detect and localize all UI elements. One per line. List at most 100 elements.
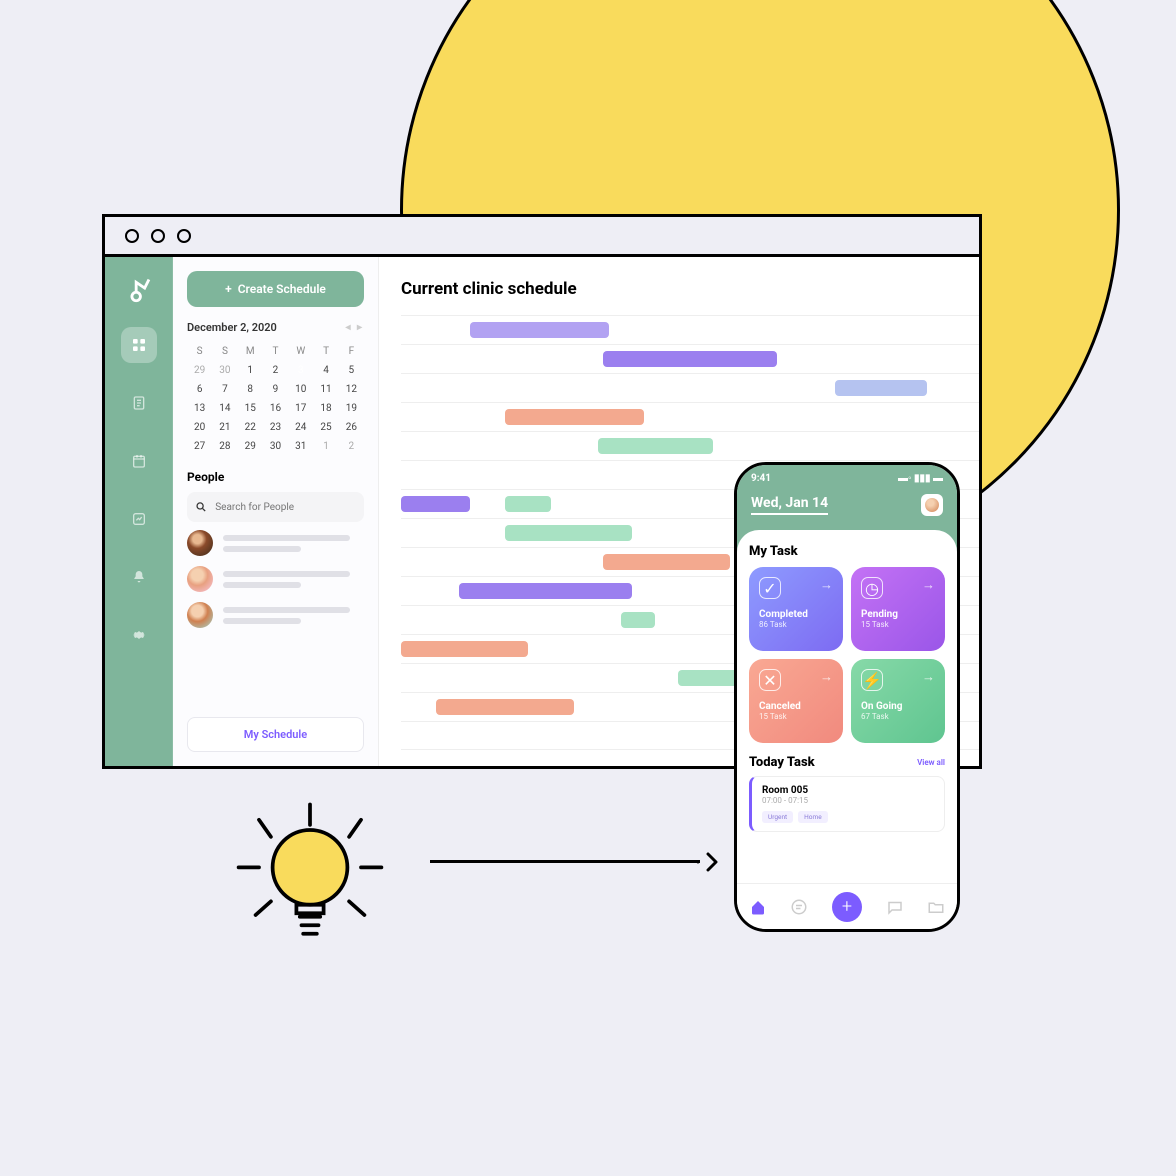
tag: Home <box>798 811 828 823</box>
task-time: 07:00 - 07:15 <box>762 796 934 805</box>
side-panel: + Create Schedule December 2, 2020 ◂ ▸ S… <box>173 257 379 766</box>
avatar-icon <box>925 498 939 512</box>
cancel-icon: ✕ <box>759 669 781 691</box>
window-control-dot[interactable] <box>177 229 191 243</box>
canceled-card[interactable]: → ✕ Canceled 15 Task <box>749 659 843 743</box>
schedule-bar[interactable] <box>505 525 632 541</box>
ongoing-card[interactable]: → ⚡ On Going 67 Task <box>851 659 945 743</box>
window-control-dot[interactable] <box>125 229 139 243</box>
schedule-bar[interactable] <box>603 554 730 570</box>
person-skeleton <box>223 535 364 552</box>
sidebar <box>105 257 173 766</box>
document-icon <box>131 395 147 411</box>
schedule-bar[interactable] <box>505 496 551 512</box>
browser-titlebar <box>105 217 979 257</box>
plus-icon: + <box>842 896 852 917</box>
status-indicators-icon: ▬◦ ▮▮▮ ▬ <box>898 473 943 484</box>
nav-calendar[interactable] <box>121 443 157 479</box>
arrow-right-icon: → <box>922 669 935 685</box>
nav-home-icon[interactable] <box>749 898 767 916</box>
nav-dashboard[interactable] <box>121 327 157 363</box>
today-task-header: Today Task <box>749 755 815 770</box>
view-all-link[interactable]: View all <box>917 758 945 767</box>
people-search[interactable] <box>187 492 364 522</box>
schedule-bar[interactable] <box>598 438 714 454</box>
schedule-bar[interactable] <box>835 380 927 396</box>
card-subtitle: 86 Task <box>759 620 833 629</box>
mini-calendar[interactable]: SSMTWTF293012345678910111213141516171819… <box>187 342 364 456</box>
fab-add-button[interactable]: + <box>832 892 862 922</box>
card-title: Canceled <box>759 701 833 712</box>
people-header: People <box>187 470 364 484</box>
nav-chat-icon[interactable] <box>886 898 904 916</box>
avatar <box>187 566 213 592</box>
card-title: Pending <box>861 609 935 620</box>
schedule-bar[interactable] <box>401 641 528 657</box>
my-schedule-button[interactable]: My Schedule <box>187 717 364 752</box>
arrow-right-icon: → <box>820 577 833 593</box>
grid-icon <box>131 337 147 353</box>
arrow-right-icon <box>694 850 718 874</box>
search-input[interactable] <box>215 502 356 513</box>
person-row[interactable] <box>187 566 364 592</box>
task-cards: → ✓ Completed 86 Task → ◷ Pending 15 Tas… <box>749 567 945 743</box>
person-skeleton <box>223 571 364 588</box>
arrow-right-icon: → <box>922 577 935 593</box>
calendar-header: December 2, 2020 ◂ ▸ <box>187 321 364 334</box>
avatar <box>187 602 213 628</box>
today-task-row: Today Task View all <box>749 755 945 770</box>
plus-icon: + <box>225 282 232 296</box>
my-task-header: My Task <box>749 544 945 559</box>
arrow-right-icon: → <box>820 669 833 685</box>
phone-date[interactable]: Wed, Jan 14 <box>751 495 828 515</box>
bell-icon <box>131 569 147 585</box>
schedule-bar[interactable] <box>505 409 644 425</box>
app-logo-icon <box>122 271 156 305</box>
calendar-month-label: December 2, 2020 <box>187 321 277 334</box>
phone-statusbar: 9:41 ▬◦ ▮▮▮ ▬ <box>737 465 957 484</box>
schedule-bar[interactable] <box>436 699 575 715</box>
schedule-bar[interactable] <box>621 612 656 628</box>
card-subtitle: 15 Task <box>759 712 833 721</box>
create-schedule-label: Create Schedule <box>238 282 326 296</box>
clock-icon: ◷ <box>861 577 883 599</box>
card-subtitle: 15 Task <box>861 620 935 629</box>
board-icon <box>131 511 147 527</box>
phone-mockup: 9:41 ▬◦ ▮▮▮ ▬ Wed, Jan 14 My Task → ✓ Co… <box>734 462 960 932</box>
people-list <box>187 530 364 628</box>
avatar <box>187 530 213 556</box>
calendar-nav-arrows[interactable]: ◂ ▸ <box>345 322 364 333</box>
calendar-icon <box>131 453 147 469</box>
window-control-dot[interactable] <box>151 229 165 243</box>
phone-bottom-nav: + <box>737 883 957 929</box>
page-title: Current clinic schedule <box>401 279 979 299</box>
tag: Urgent <box>762 811 793 823</box>
nav-documents[interactable] <box>121 385 157 421</box>
person-row[interactable] <box>187 530 364 556</box>
nav-folder-icon[interactable] <box>927 898 945 916</box>
arrow-line <box>430 860 700 863</box>
lightbulb-icon <box>225 796 395 966</box>
search-icon <box>195 500 207 514</box>
schedule-bar[interactable] <box>603 351 776 367</box>
nav-list-icon[interactable] <box>790 898 808 916</box>
person-row[interactable] <box>187 602 364 628</box>
card-subtitle: 67 Task <box>861 712 935 721</box>
schedule-bar[interactable] <box>401 496 470 512</box>
card-title: On Going <box>861 701 935 712</box>
person-skeleton <box>223 607 364 624</box>
nav-notifications[interactable] <box>121 559 157 595</box>
create-schedule-button[interactable]: + Create Schedule <box>187 271 364 307</box>
card-title: Completed <box>759 609 833 620</box>
schedule-bar[interactable] <box>470 322 609 338</box>
phone-avatar[interactable] <box>921 494 943 516</box>
pending-card[interactable]: → ◷ Pending 15 Task <box>851 567 945 651</box>
task-item[interactable]: Room 005 07:00 - 07:15 Urgent Home <box>749 776 945 832</box>
schedule-bar[interactable] <box>459 583 632 599</box>
phone-body: My Task → ✓ Completed 86 Task → ◷ Pendin… <box>737 530 957 840</box>
task-tags: Urgent Home <box>762 811 934 823</box>
bolt-icon: ⚡ <box>861 669 883 691</box>
nav-settings[interactable] <box>121 617 157 653</box>
completed-card[interactable]: → ✓ Completed 86 Task <box>749 567 843 651</box>
nav-board[interactable] <box>121 501 157 537</box>
